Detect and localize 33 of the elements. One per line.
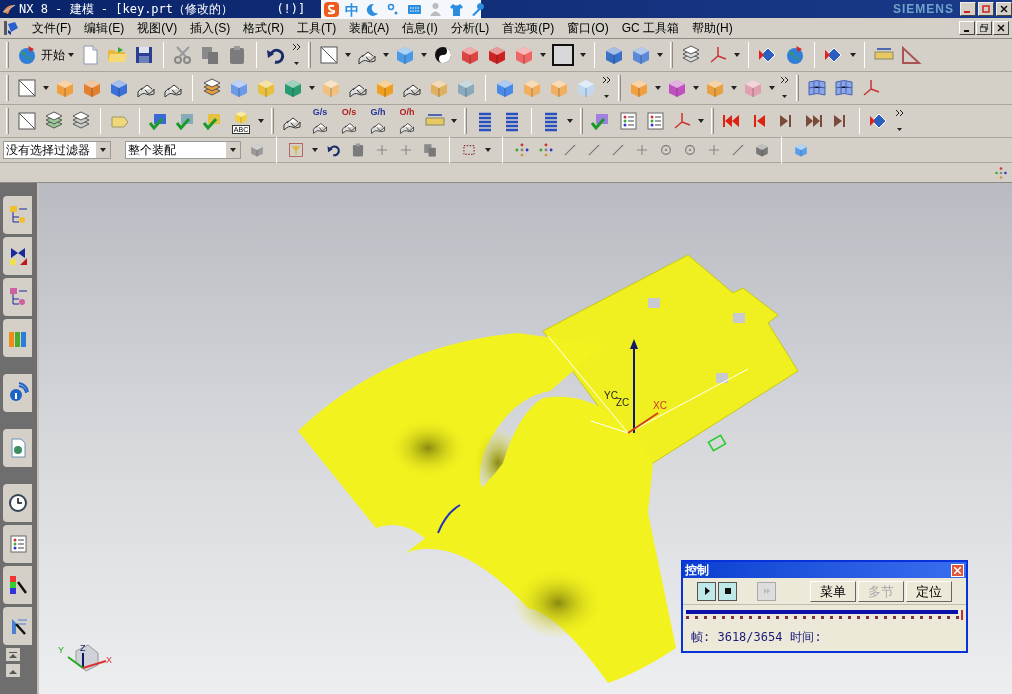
icon-caption: O/s xyxy=(341,107,357,117)
axis-label: Y xyxy=(58,646,64,655)
brand-wordmark: SIEMENS xyxy=(893,1,954,18)
menu-item[interactable]: 文件(F) xyxy=(32,19,72,37)
menu-item[interactable]: 窗口(O) xyxy=(567,19,609,37)
selection-filter-dropdown[interactable]: 没有选择过滤器 xyxy=(3,141,111,159)
frame-counter: 帧: 3618/3654 xyxy=(691,629,783,646)
menu-item[interactable]: 插入(S) xyxy=(190,19,231,37)
scope-dropdown[interactable]: 整个装配 xyxy=(125,141,241,159)
icon-caption: G/h xyxy=(370,107,386,117)
menu-item[interactable]: 装配(A) xyxy=(349,19,390,37)
dialog-title: 控制 xyxy=(685,564,709,576)
start-button[interactable]: 开始 xyxy=(16,44,74,66)
menu-item[interactable]: 帮助(H) xyxy=(692,19,733,37)
time-label: 时间: xyxy=(790,629,822,646)
axis-label: Z xyxy=(80,644,86,653)
menu-item[interactable]: 工具(T) xyxy=(297,19,337,37)
menu-item[interactable]: 分析(L) xyxy=(450,19,490,37)
axis-label: X xyxy=(106,656,112,665)
menu-item[interactable]: 首选项(P) xyxy=(502,19,555,37)
menu-item[interactable]: 视图(V) xyxy=(137,19,178,37)
axis-label: ZC xyxy=(616,398,630,408)
axis-label: YC xyxy=(604,391,618,401)
axis-label: XC xyxy=(653,401,667,411)
dialog-button[interactable]: 菜单 xyxy=(810,580,856,602)
menu-item[interactable]: 信息(I) xyxy=(402,19,438,37)
dialog-button[interactable]: 定位 xyxy=(906,580,952,602)
icon-caption: O/h xyxy=(399,107,415,117)
menu-item[interactable]: 格式(R) xyxy=(243,19,284,37)
window-title: NX 8 - 建模 - [key.prt（修改的） (!)] xyxy=(19,1,306,18)
icon-caption: G/s xyxy=(312,107,328,117)
menu-item[interactable]: 编辑(E) xyxy=(84,19,125,37)
menu-item[interactable]: GC 工具箱 xyxy=(621,19,679,37)
